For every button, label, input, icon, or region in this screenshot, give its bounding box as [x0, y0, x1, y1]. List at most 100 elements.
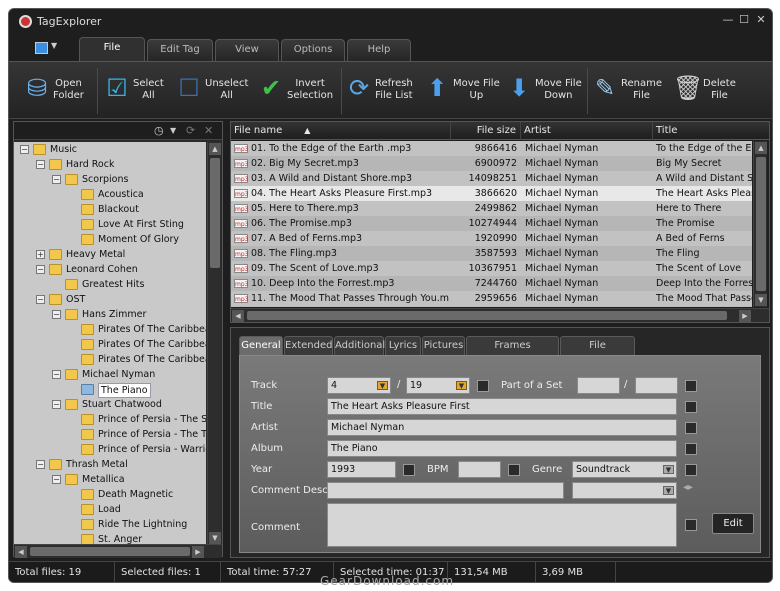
tab-edit-tag[interactable]: Edit Tag: [147, 39, 213, 61]
scroll-up-icon[interactable]: ▲: [755, 142, 767, 154]
tree-node[interactable]: − Metallica: [14, 472, 206, 487]
tab-additional[interactable]: Additional: [334, 336, 385, 355]
tree-node[interactable]: − Michael Nyman: [14, 367, 206, 382]
close-button[interactable]: ✕: [754, 13, 768, 27]
comment-textarea[interactable]: [327, 503, 677, 547]
tab-extended[interactable]: Extended: [284, 336, 333, 355]
scroll-thumb[interactable]: [210, 158, 220, 268]
quick-access-button[interactable]: ▼: [35, 41, 61, 57]
tree-node[interactable]: − Music: [14, 142, 206, 157]
tree-node[interactable]: Greatest Hits: [14, 277, 206, 292]
tree-node[interactable]: Moment Of Glory: [14, 232, 206, 247]
files-horizontal-scrollbar[interactable]: ◀ ▶: [231, 308, 769, 322]
chevron-down-icon[interactable]: ▼: [170, 126, 176, 135]
tree-node[interactable]: Acoustica: [14, 187, 206, 202]
file-row[interactable]: mp3 01. To the Edge of the Earth .mp3 9866…: [231, 141, 752, 156]
file-row[interactable]: mp3 11. The Mood That Passes Through You.…: [231, 291, 752, 306]
tree-node[interactable]: Death Magnetic: [14, 487, 206, 502]
file-row[interactable]: mp3 06. The Promise.mp3 10274944 Michael Ny…: [231, 216, 752, 231]
collapse-icon[interactable]: −: [36, 295, 45, 304]
refresh-icon[interactable]: ⟳: [186, 124, 195, 137]
tree-node[interactable]: Prince of Persia - The Tw: [14, 427, 206, 442]
year-checkbox[interactable]: [403, 464, 415, 476]
bpm-input[interactable]: [458, 461, 501, 478]
column-artist[interactable]: Artist: [521, 122, 653, 140]
genre-checkbox[interactable]: [685, 464, 697, 476]
tab-options[interactable]: Options: [281, 39, 345, 61]
scroll-right-icon[interactable]: ▶: [192, 546, 204, 558]
tab-help[interactable]: Help: [347, 39, 411, 61]
scroll-up-icon[interactable]: ▲: [209, 143, 221, 155]
column-title[interactable]: Title: [653, 122, 769, 140]
open-folder-button[interactable]: ⛁ Open Folder: [23, 68, 93, 114]
tab-frames-information[interactable]: Frames Information: [466, 336, 559, 368]
unselect-all-button[interactable]: ☐ Unselect All: [175, 68, 249, 114]
scroll-down-icon[interactable]: ▼: [755, 294, 767, 306]
file-row[interactable]: mp3 04. The Heart Asks Pleasure First.mp3…: [231, 186, 752, 201]
artist-checkbox[interactable]: [685, 422, 697, 434]
tab-file[interactable]: File: [79, 37, 145, 61]
tree-node[interactable]: − OST: [14, 292, 206, 307]
bpm-checkbox[interactable]: [508, 464, 520, 476]
file-row[interactable]: mp3 07. A Bed of Ferns.mp3 1920990 Michael …: [231, 231, 752, 246]
tree-node[interactable]: Ride The Lightning: [14, 517, 206, 532]
tree-node[interactable]: + Heavy Metal: [14, 247, 206, 262]
tree-node[interactable]: The Piano: [14, 382, 206, 398]
collapse-icon[interactable]: −: [52, 310, 61, 319]
scroll-right-icon[interactable]: ▶: [739, 310, 751, 322]
collapse-icon[interactable]: −: [52, 475, 61, 484]
track-select[interactable]: 4 ▼: [327, 377, 391, 394]
tree-node[interactable]: Prince of Persia - The Sa: [14, 412, 206, 427]
scroll-left-icon[interactable]: ◀: [232, 310, 244, 322]
tree-node[interactable]: − Leonard Cohen: [14, 262, 206, 277]
file-row[interactable]: mp3 09. The Scent of Love.mp3 10367951 Mich…: [231, 261, 752, 276]
minimize-button[interactable]: —: [721, 13, 735, 27]
tree-node[interactable]: Love At First Sting: [14, 217, 206, 232]
artist-input[interactable]: Michael Nyman: [327, 419, 677, 436]
edit-comment-button[interactable]: Edit: [712, 513, 754, 534]
tab-pictures[interactable]: Pictures: [422, 336, 465, 355]
comment-nav-icon[interactable]: ◂▸: [683, 482, 693, 493]
track-checkbox[interactable]: [477, 380, 489, 392]
files-vertical-scrollbar[interactable]: ▲ ▼: [753, 141, 767, 307]
delete-file-button[interactable]: 🗑 Delete File: [673, 68, 739, 114]
tab-file-information[interactable]: File Information: [560, 336, 635, 368]
scroll-thumb[interactable]: [247, 311, 727, 320]
expand-icon[interactable]: +: [36, 250, 45, 259]
title-input[interactable]: The Heart Asks Pleasure First: [327, 398, 677, 415]
file-row[interactable]: mp3 10. Deep Into the Forrest.mp3 7244760 M…: [231, 276, 752, 291]
file-row[interactable]: mp3 08. The Fling.mp3 3587593 Michael Nyman…: [231, 246, 752, 261]
file-row[interactable]: mp3 02. Big My Secret.mp3 6900972 Michael N…: [231, 156, 752, 171]
tab-view[interactable]: View: [215, 39, 279, 61]
tree-node[interactable]: − Thrash Metal: [14, 457, 206, 472]
rename-file-button[interactable]: ✎ Rename File: [591, 68, 663, 114]
scroll-down-icon[interactable]: ▼: [209, 532, 221, 544]
tree-node[interactable]: − Scorpions: [14, 172, 206, 187]
genre-select[interactable]: Soundtrack ▼: [572, 461, 677, 478]
scroll-left-icon[interactable]: ◀: [15, 546, 27, 558]
column-file-name[interactable]: File name ▲: [231, 122, 451, 140]
tree-node[interactable]: Blackout: [14, 202, 206, 217]
album-input[interactable]: The Piano: [327, 440, 677, 457]
collapse-icon[interactable]: −: [20, 145, 29, 154]
collapse-icon[interactable]: −: [36, 160, 45, 169]
refresh-file-list-button[interactable]: ⟳ Refresh File List: [345, 68, 417, 114]
tree-node[interactable]: Load: [14, 502, 206, 517]
tree-node[interactable]: Pirates Of The Caribbean: [14, 322, 206, 337]
year-input[interactable]: 1993: [327, 461, 396, 478]
album-checkbox[interactable]: [685, 443, 697, 455]
tree-vertical-scrollbar[interactable]: ▲ ▼: [207, 142, 221, 545]
comment-desc-input[interactable]: [327, 482, 564, 499]
scroll-thumb[interactable]: [756, 157, 766, 291]
tree-node[interactable]: Pirates Of The Caribbean: [14, 352, 206, 367]
tree-node[interactable]: Prince of Persia - Warrior: [14, 442, 206, 457]
track-total-select[interactable]: 19 ▼: [406, 377, 470, 394]
move-file-up-button[interactable]: ⬆ Move File Up: [423, 68, 500, 114]
tree-horizontal-scrollbar[interactable]: ◀ ▶: [14, 544, 222, 558]
move-file-down-button[interactable]: ⬇ Move File Down: [505, 68, 583, 114]
tree-node[interactable]: − Stuart Chatwood: [14, 397, 206, 412]
collapse-icon[interactable]: −: [36, 460, 45, 469]
collapse-icon[interactable]: −: [36, 265, 45, 274]
tree-node[interactable]: − Hard Rock: [14, 157, 206, 172]
part-of-set-input[interactable]: [577, 377, 620, 394]
